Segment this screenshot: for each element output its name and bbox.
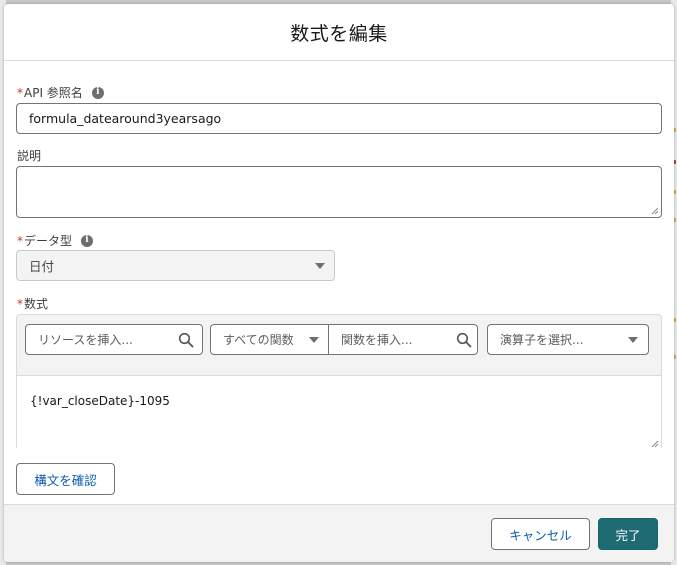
done-label: 完了: [615, 527, 641, 543]
api-name-value: formula_datearound3yearsago: [29, 111, 222, 126]
chevron-down-icon: [315, 263, 325, 269]
chevron-down-icon: [309, 337, 319, 343]
data-type-label: * データ型 i: [17, 232, 94, 249]
resize-grip-icon[interactable]: [651, 207, 659, 215]
check-syntax-label: 構文を確認: [34, 472, 97, 488]
api-name-label: * API 参照名 i: [17, 84, 104, 101]
cancel-label: キャンセル: [509, 527, 572, 543]
api-name-label-text: API 参照名: [24, 86, 83, 100]
search-icon: [456, 332, 472, 348]
formula-value: {!var_closeDate}-1095: [30, 394, 170, 408]
resource-search-placeholder: リソースを挿入...: [38, 333, 133, 347]
function-search-placeholder: 関数を挿入...: [341, 333, 413, 347]
description-textarea[interactable]: [16, 166, 662, 218]
modal-body: * API 参照名 i formula_datearound3yearsago …: [4, 62, 674, 504]
required-mark: *: [17, 85, 23, 100]
data-type-value: 日付: [29, 259, 55, 274]
data-type-label-text: データ型: [24, 234, 73, 248]
data-type-combobox: 日付: [16, 250, 335, 281]
check-syntax-button[interactable]: 構文を確認: [16, 463, 115, 495]
function-category-select[interactable]: すべての関数: [210, 324, 329, 355]
resource-search-input[interactable]: リソースを挿入...: [25, 324, 203, 355]
info-icon[interactable]: i: [91, 86, 104, 99]
api-name-input[interactable]: formula_datearound3yearsago: [16, 103, 662, 134]
edit-formula-modal: 数式を編集 * API 参照名 i formula_datearound3yea…: [4, 4, 674, 562]
formula-label-text: 数式: [24, 297, 49, 311]
formula-builder: リソースを挿入... すべての関数 関数を挿入... 演算子を選択... {!v…: [16, 314, 662, 450]
description-label-text: 説明: [17, 149, 42, 163]
chevron-down-icon: [628, 337, 638, 343]
required-mark: *: [17, 296, 23, 311]
done-button[interactable]: 完了: [598, 518, 658, 550]
operator-placeholder: 演算子を選択...: [500, 333, 584, 347]
modal-footer: キャンセル 完了: [4, 504, 674, 562]
modal-title: 数式を編集: [290, 22, 388, 45]
formula-editor[interactable]: {!var_closeDate}-1095: [17, 375, 661, 450]
search-icon: [178, 332, 194, 348]
function-search-input[interactable]: 関数を挿入...: [328, 324, 478, 355]
function-category-value: すべての関数: [223, 333, 294, 347]
operator-select[interactable]: 演算子を選択...: [487, 324, 649, 355]
formula-label: * 数式: [17, 295, 48, 312]
cancel-button[interactable]: キャンセル: [491, 518, 590, 550]
resize-grip-icon[interactable]: [651, 440, 659, 448]
description-label: 説明: [17, 147, 41, 164]
modal-header: 数式を編集: [4, 4, 674, 61]
required-mark: *: [17, 233, 23, 248]
info-icon[interactable]: i: [81, 234, 94, 247]
